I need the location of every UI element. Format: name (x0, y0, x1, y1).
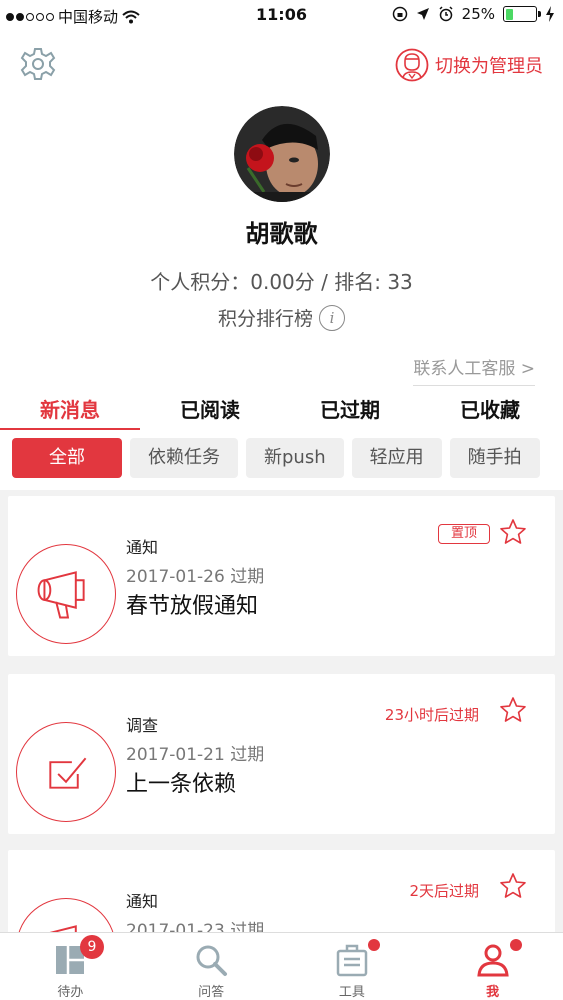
rotation-lock-icon (392, 6, 407, 22)
filter-dependency[interactable]: 依赖任务 (130, 438, 238, 478)
info-icon[interactable]: i (319, 304, 345, 331)
todo-badge: 9 (80, 935, 104, 959)
message-date: 2017-01-21 过期 (126, 745, 265, 765)
admin-avatar-icon (395, 48, 429, 82)
nav-qa[interactable]: 问答 (141, 933, 282, 1000)
user-name: 胡歌歌 (245, 220, 318, 248)
contact-support-link[interactable]: 联系人工客服 > (413, 354, 535, 386)
filter-push[interactable]: 新push (246, 438, 344, 478)
alarm-icon (439, 6, 453, 22)
nav-label: 工具 (338, 985, 365, 1000)
nav-label: 待办 (57, 985, 84, 1000)
message-title: 春节放假通知 (126, 594, 259, 619)
tab-new[interactable]: 新消息 (0, 392, 140, 434)
toolbox-icon (336, 944, 368, 977)
nav-label: 问答 (198, 985, 225, 1000)
charging-icon (546, 6, 554, 22)
nav-tools[interactable]: 工具 (282, 933, 423, 1000)
message-type: 通知 (126, 892, 159, 911)
tab-favorites[interactable]: 已收藏 (420, 392, 560, 434)
pinned-badge: 置顶 (438, 524, 490, 544)
star-icon[interactable] (499, 696, 527, 724)
checkbox-icon (16, 722, 116, 822)
message-type: 通知 (126, 538, 159, 557)
expire-text: 2天后过期 (409, 882, 479, 900)
tools-dot (367, 939, 380, 951)
star-icon[interactable] (499, 518, 527, 546)
battery-icon (503, 6, 541, 22)
expire-text: 23小时后过期 (384, 706, 479, 724)
filter-light-app[interactable]: 轻应用 (351, 438, 442, 478)
tab-read[interactable]: 已阅读 (140, 392, 280, 434)
message-date: 2017-01-26 过期 (126, 567, 265, 587)
filter-chips: 全部 依赖任务 新push 轻应用 随手拍 (12, 438, 540, 480)
search-icon (196, 945, 228, 976)
avatar[interactable] (234, 106, 330, 202)
location-icon (416, 8, 429, 20)
message-tabs: 新消息 已阅读 已过期 已收藏 (0, 392, 563, 434)
nav-todo[interactable]: 9 待办 (0, 933, 141, 1000)
gear-icon[interactable] (20, 46, 56, 82)
megaphone-icon (16, 544, 116, 644)
filter-all[interactable]: 全部 (12, 438, 122, 478)
status-bar: 中国移动 11:06 25% (0, 0, 563, 30)
nav-me[interactable]: 我 (422, 933, 563, 1000)
battery-percent: 25% (461, 5, 495, 23)
rank-link-label: 积分排行榜 (217, 308, 313, 330)
star-icon[interactable] (499, 872, 527, 900)
tab-expired[interactable]: 已过期 (280, 392, 420, 434)
nav-label: 我 (486, 985, 500, 1000)
person-icon (476, 944, 509, 977)
message-card[interactable]: 调查 2017-01-21 过期 上一条依赖 23小时后过期 (8, 674, 555, 834)
bottom-nav: 9 待办 问答 工具 我 (0, 932, 563, 1000)
message-card[interactable]: 通知 2017-01-26 过期 春节放假通知 置顶 (8, 496, 555, 656)
status-right: 25% (392, 5, 555, 23)
me-dot (510, 939, 523, 951)
score-text: 个人积分：0.00分 / 排名: 33 (150, 270, 413, 294)
message-type: 调查 (126, 716, 159, 735)
switch-admin-button[interactable]: 切换为管理员 (395, 48, 543, 82)
message-title: 上一条依赖 (126, 772, 237, 797)
switch-admin-label: 切换为管理员 (435, 56, 543, 77)
filter-snapshot[interactable]: 随手拍 (449, 438, 540, 478)
rank-link[interactable]: 积分排行榜 i (0, 304, 563, 331)
